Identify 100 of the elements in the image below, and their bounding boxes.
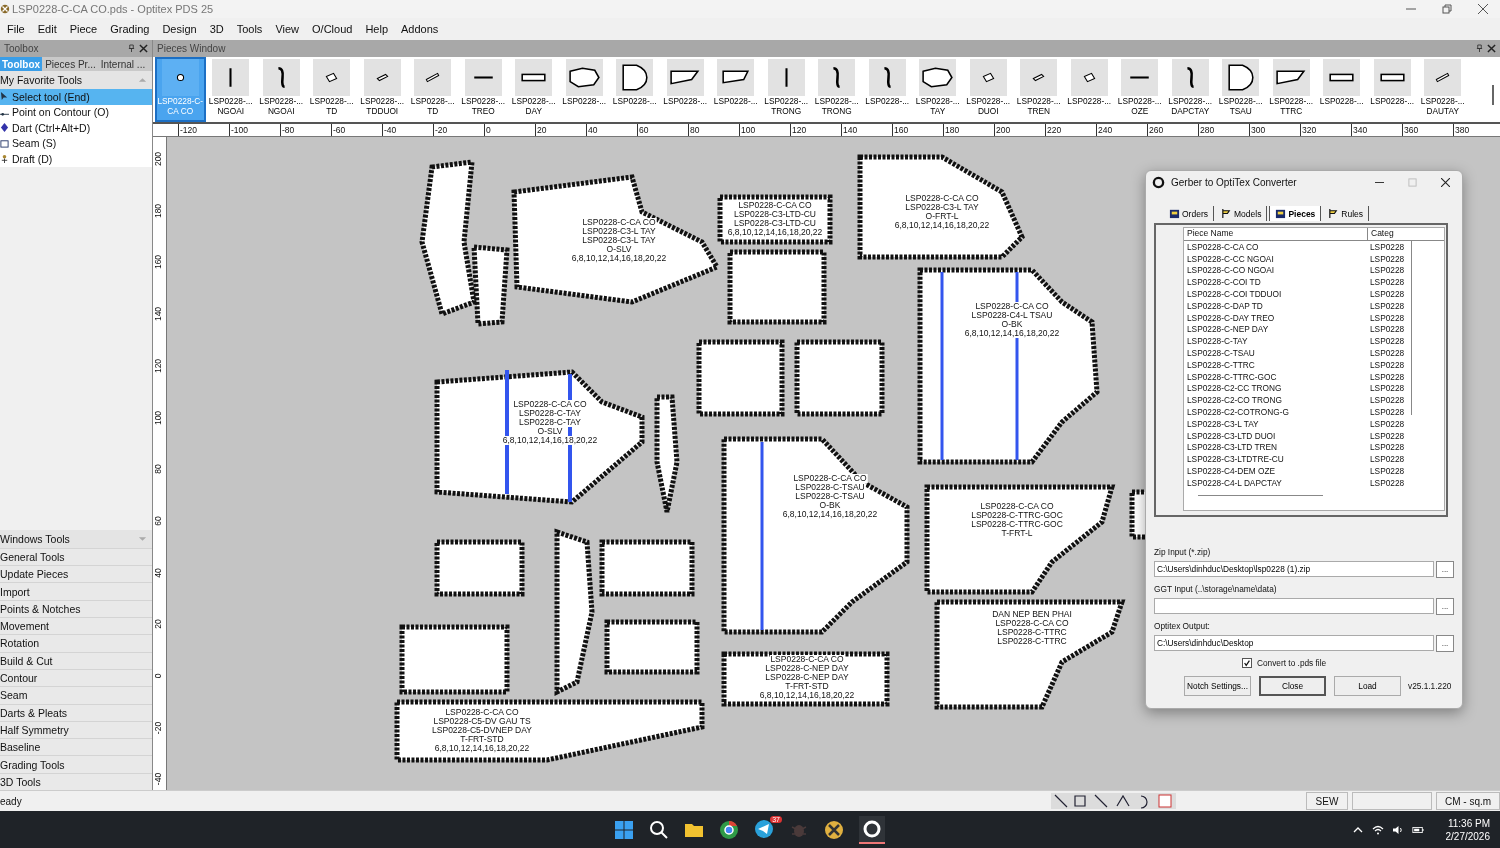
menu-item[interactable]: Tools <box>231 23 271 35</box>
section-header[interactable]: Windows Tools <box>0 529 152 548</box>
path-field[interactable] <box>1154 598 1434 614</box>
menu-item[interactable]: O/Cloud <box>307 23 361 35</box>
piece-thumbnail[interactable]: LSP0228-... TD <box>306 57 357 122</box>
tool-category[interactable]: Baseline <box>0 738 152 756</box>
browse-button[interactable]: ... <box>1436 561 1454 578</box>
tool-item[interactable]: Dart (Ctrl+Alt+D) <box>0 120 152 136</box>
pattern-piece[interactable] <box>599 539 695 597</box>
piece-thumbnail[interactable]: LSP0228-... DAY <box>508 57 559 122</box>
pattern-piece[interactable] <box>471 244 510 327</box>
tool-item[interactable]: Point on Contour (O) <box>0 104 152 120</box>
menu-item[interactable]: Design <box>157 23 205 35</box>
piece-thumbnail[interactable]: LSP0228-... TRONG <box>811 57 862 122</box>
tab-icon <box>1275 208 1287 219</box>
piece-thumbnail[interactable]: LSP0228-... DAUTAY <box>1417 57 1468 122</box>
tool-category[interactable]: Rotation <box>0 634 152 652</box>
restore-icon[interactable] <box>1442 4 1452 14</box>
dialog-button[interactable]: Load <box>1334 676 1401 696</box>
piece-thumbnail[interactable]: LSP0228-... <box>559 57 610 122</box>
menu-item[interactable]: 3D <box>204 23 232 35</box>
pattern-piece[interactable] <box>924 484 1116 595</box>
ring-icon[interactable] <box>862 818 882 839</box>
pattern-piece[interactable] <box>434 369 645 505</box>
tool-category[interactable]: Seam <box>0 686 152 704</box>
browser-icon[interactable] <box>719 819 739 840</box>
close-icon[interactable] <box>1441 177 1450 187</box>
tool-item[interactable]: Seam (S) <box>0 135 152 151</box>
menu-item[interactable]: File <box>2 23 33 35</box>
menu-item[interactable]: View <box>270 23 308 35</box>
piece-thumbnail[interactable]: LSP0228-... TRONG <box>761 57 812 122</box>
piece-thumbnail[interactable]: LSP0228-... TREN <box>1013 57 1064 122</box>
paper-plane-icon[interactable] <box>754 818 774 839</box>
close-icon[interactable] <box>1478 4 1488 14</box>
piece-thumbnail[interactable]: LSP0228-... DUOI <box>963 57 1014 122</box>
section-header[interactable]: My Favorite Tools <box>0 71 152 89</box>
piece-thumbnail[interactable]: LSP0228-... DAPCTAY <box>1165 57 1216 122</box>
piece-thumbnail[interactable]: LSP0228-... TAY <box>912 57 963 122</box>
piece-thumbnail[interactable]: LSP0228-... <box>1367 57 1418 122</box>
pattern-piece[interactable] <box>399 624 510 695</box>
pattern-piece[interactable] <box>794 339 885 417</box>
wifi-icon[interactable] <box>1371 824 1384 835</box>
scrollbar-thumb[interactable] <box>1410 240 1412 415</box>
scrollbar-thumb[interactable] <box>1198 494 1323 496</box>
panel-tab[interactable]: Pieces Pr... <box>43 57 98 71</box>
piece-thumbnail[interactable]: LSP0228-... TDDUOI <box>357 57 408 122</box>
menu-item[interactable]: Piece <box>64 23 106 35</box>
piece-thumbnail[interactable]: LSP0228-... NGOAI <box>205 57 256 122</box>
pattern-piece[interactable] <box>727 249 827 325</box>
piece-thumbnail[interactable]: LSP0228-... <box>660 57 711 122</box>
pattern-piece[interactable] <box>554 528 595 697</box>
piece-thumbnail[interactable]: LSP0228-... OZE <box>1114 57 1165 122</box>
piece-thumbnail[interactable]: LSP0228-... <box>609 57 660 122</box>
piece-shape-icon <box>464 59 502 96</box>
piece-thumbnail[interactable]: LSP0228-... <box>710 57 761 122</box>
menu-item[interactable]: Edit <box>32 23 65 35</box>
path-field[interactable]: C:\Users\dinhduc\Desktop\lsp0228 (1).zip <box>1154 561 1434 577</box>
tool-item[interactable]: Draft (D) <box>0 151 152 167</box>
pattern-piece[interactable] <box>654 394 680 515</box>
pattern-piece[interactable] <box>434 539 525 597</box>
dialog-tab[interactable]: Pieces <box>1269 206 1322 221</box>
piece-thumbnail[interactable]: LSP0228-... TD <box>407 57 458 122</box>
browse-button[interactable]: ... <box>1436 598 1454 615</box>
pin-icon[interactable] <box>128 44 135 53</box>
close-icon[interactable] <box>1487 44 1496 53</box>
start-icon[interactable] <box>614 819 634 840</box>
piece-thumbnail[interactable]: LSP0228-... <box>862 57 913 122</box>
browse-button[interactable]: ... <box>1436 635 1454 652</box>
taskbar-clock[interactable]: 11:36 PM 2/27/2026 <box>1445 816 1490 843</box>
piece-thumbnail[interactable]: LSP0228-... TSAU <box>1215 57 1266 122</box>
crossed-circle-icon[interactable] <box>824 819 844 840</box>
pattern-piece[interactable] <box>917 267 1100 465</box>
piece-thumbnail[interactable]: LSP0228-... TTRC <box>1266 57 1317 122</box>
search-icon[interactable] <box>649 819 669 840</box>
dialog-button[interactable]: Notch Settings... <box>1184 676 1251 696</box>
tool-category[interactable]: Import <box>0 582 152 600</box>
close-icon[interactable] <box>139 44 148 53</box>
menu-item[interactable]: Addons <box>396 23 447 35</box>
column-header[interactable]: Categ <box>1368 228 1394 240</box>
pin-icon[interactable] <box>1476 44 1483 53</box>
dialog-button[interactable]: Close <box>1259 676 1326 696</box>
piece-thumbnail[interactable]: LSP0228-... NGOAI <box>256 57 307 122</box>
path-field[interactable]: C:\Users\dinhduc\Desktop <box>1154 635 1434 651</box>
menu-item[interactable]: Grading <box>105 23 158 35</box>
piece-thumbnail[interactable]: LSP0228-... TREO <box>458 57 509 122</box>
piece-thumbnail[interactable]: LSP0228-... <box>1316 57 1367 122</box>
column-header[interactable]: Piece Name <box>1184 228 1368 240</box>
pattern-piece[interactable] <box>696 339 785 417</box>
piece-thumbnail[interactable]: LSP0228-... <box>1064 57 1115 122</box>
tool-category[interactable]: Movement <box>0 617 152 635</box>
scrollbar-thumb[interactable] <box>1492 85 1494 105</box>
tool-item[interactable]: Select tool (End) <box>0 89 152 105</box>
pattern-piece[interactable] <box>721 436 910 635</box>
tool-category[interactable]: Update Pieces <box>0 565 152 583</box>
checkbox[interactable] <box>1242 658 1252 668</box>
tool-category[interactable]: Grading Tools <box>0 755 152 773</box>
menu-item[interactable]: Help <box>360 23 396 35</box>
pattern-piece[interactable] <box>604 619 700 675</box>
battery-icon[interactable] <box>1411 824 1424 835</box>
speaker-icon[interactable] <box>1391 824 1404 835</box>
